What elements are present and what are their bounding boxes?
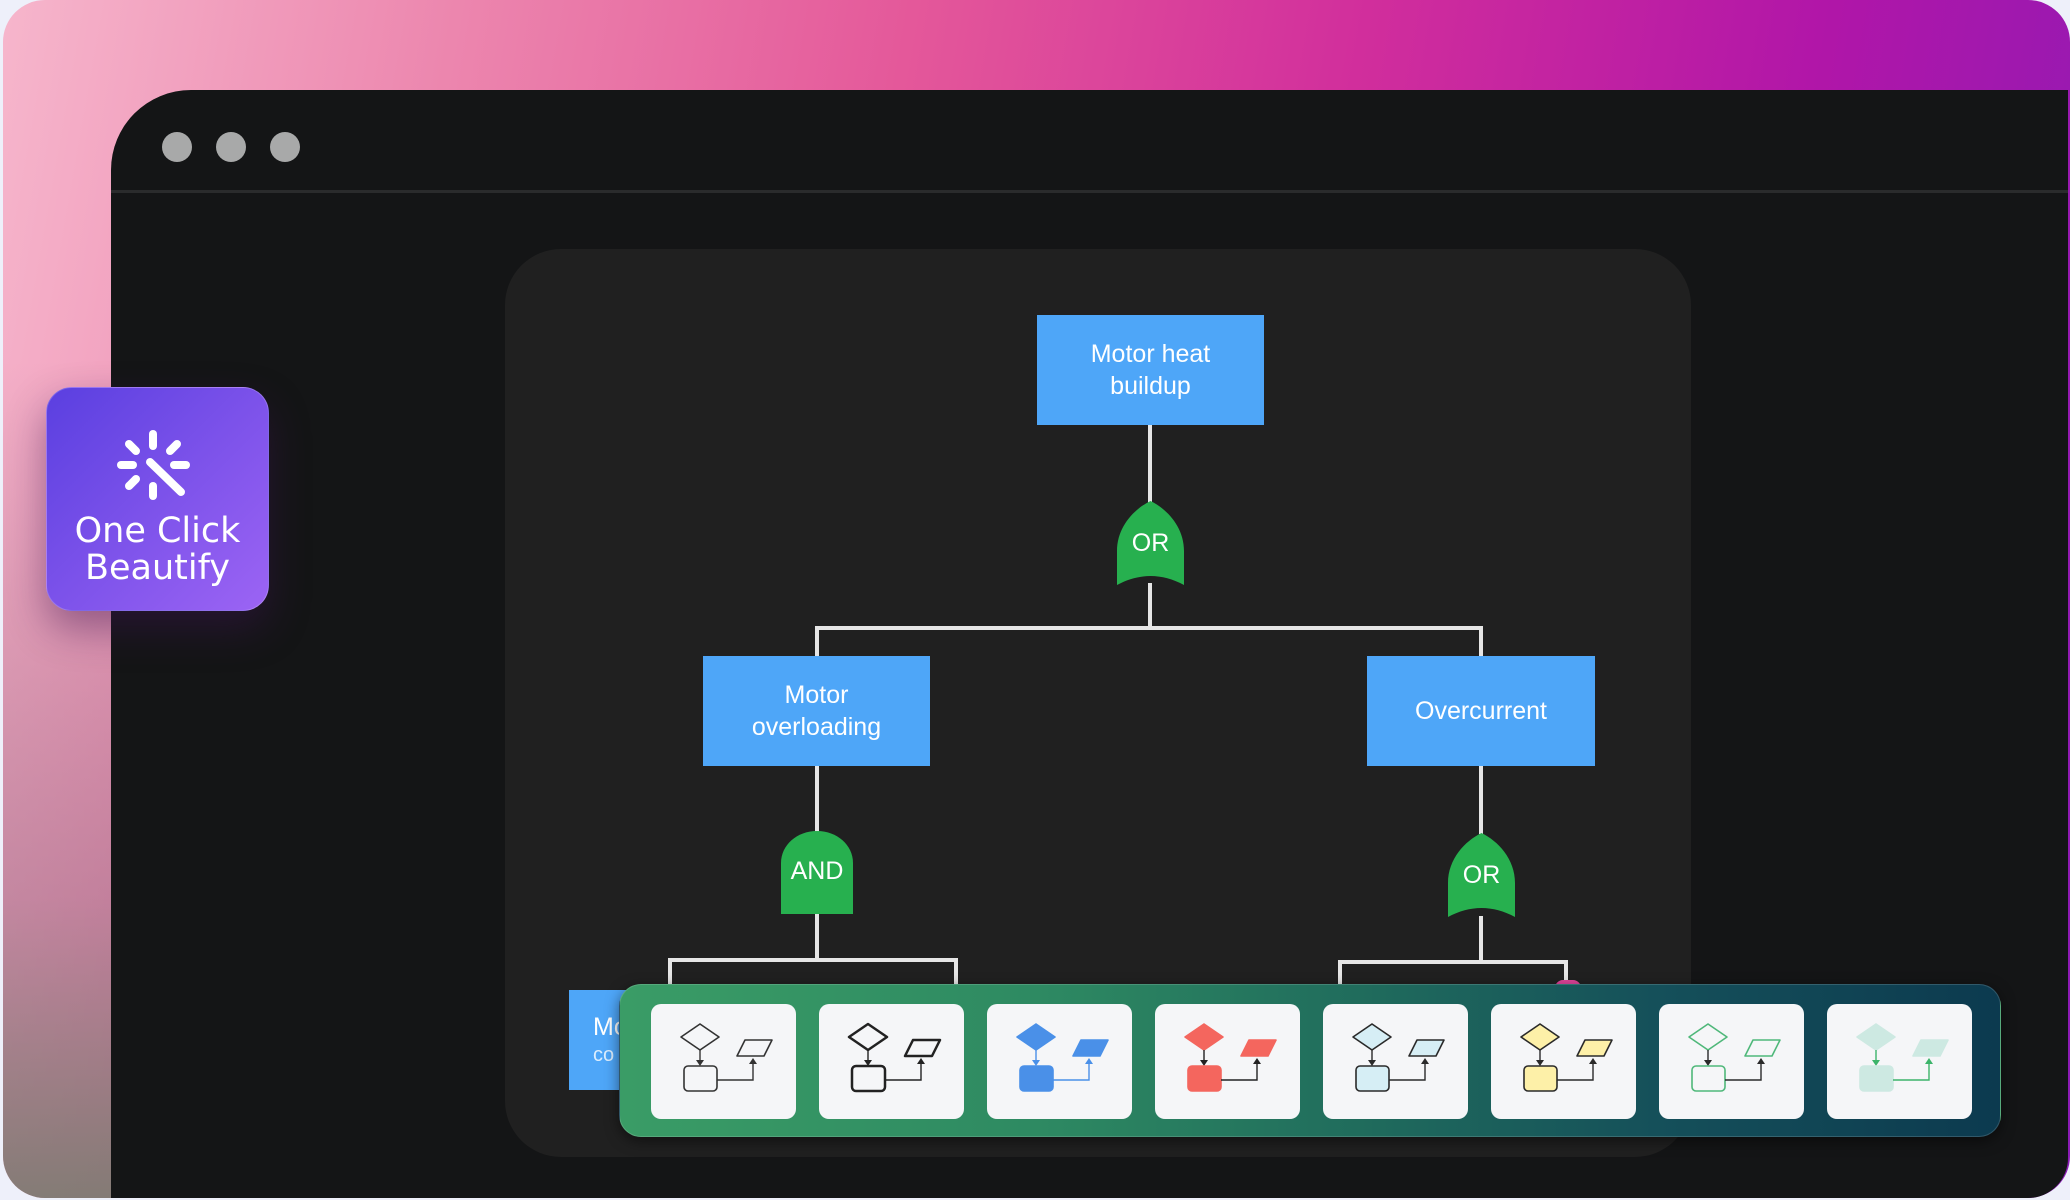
- diamond-shape: [1520, 1023, 1560, 1051]
- connector-horizontal-right: [1338, 960, 1568, 964]
- diamond-shape: [1016, 1023, 1056, 1051]
- connector-gate-down: [1148, 583, 1152, 629]
- diamond-shape: [1352, 1023, 1392, 1051]
- data-shape: [1576, 1039, 1613, 1057]
- window-dot-maximize[interactable]: [270, 132, 300, 162]
- style-card-blue-filled[interactable]: [987, 1004, 1132, 1119]
- gate-left-label: AND: [790, 857, 844, 885]
- style-theme-toolbar: [619, 984, 2001, 1137]
- node-root[interactable]: Motor heat buildup: [1037, 315, 1264, 425]
- process-shape: [1355, 1065, 1390, 1092]
- process-shape: [850, 1064, 887, 1093]
- data-shape: [1912, 1039, 1949, 1057]
- flowchart-preview-icon: [1688, 1023, 1781, 1092]
- style-card-thin-outline[interactable]: [651, 1004, 796, 1119]
- style-card-bold-outline[interactable]: [819, 1004, 964, 1119]
- connector-root-to-gate: [1148, 424, 1152, 504]
- node-root-label: Motor heat buildup: [1090, 340, 1211, 400]
- connector-to-right: [1479, 626, 1483, 657]
- style-card-light-blue[interactable]: [1323, 1004, 1468, 1119]
- data-shape: [1744, 1039, 1781, 1057]
- connector-right-gate-down: [1479, 916, 1483, 963]
- diamond-shape: [1856, 1023, 1896, 1051]
- gate-right-or[interactable]: OR: [1448, 833, 1515, 918]
- process-shape: [1859, 1065, 1894, 1092]
- node-motor-overloading[interactable]: Motor overloading: [703, 656, 930, 766]
- data-shape: [736, 1039, 773, 1057]
- diamond-shape: [1184, 1023, 1224, 1051]
- data-shape: [1408, 1039, 1445, 1057]
- gate-right-label: OR: [1462, 861, 1501, 889]
- beautify-label-line1: One Click: [74, 511, 241, 551]
- diamond-shape: [680, 1023, 720, 1051]
- node-overcurrent[interactable]: Overcurrent: [1367, 656, 1595, 766]
- flowchart-preview-icon: [847, 1022, 942, 1093]
- connector-left-gate-down: [815, 913, 819, 961]
- connector-right-to-gate: [1479, 766, 1483, 834]
- flowchart-preview-icon: [1856, 1023, 1949, 1092]
- style-card-red-filled[interactable]: [1155, 1004, 1300, 1119]
- style-card-mint-filled[interactable]: [1827, 1004, 1972, 1119]
- beautify-label: One Click Beautify: [47, 513, 268, 587]
- window-dot-minimize[interactable]: [216, 132, 246, 162]
- node-right-label: Overcurrent: [1415, 697, 1547, 725]
- one-click-beautify-button[interactable]: One Click Beautify: [46, 387, 269, 611]
- style-card-green-outline[interactable]: [1659, 1004, 1804, 1119]
- connector-horizontal-left: [668, 958, 958, 962]
- diamond-shape: [847, 1022, 889, 1052]
- window-dot-close[interactable]: [162, 132, 192, 162]
- data-shape: [903, 1038, 942, 1058]
- magic-wand-icon: [117, 430, 190, 500]
- gate-root-or[interactable]: OR: [1117, 501, 1184, 586]
- flowchart-preview-icon: [1016, 1023, 1109, 1092]
- process-shape: [683, 1065, 718, 1092]
- flowchart-preview-icon: [1352, 1023, 1445, 1092]
- data-shape: [1072, 1039, 1109, 1057]
- connector-left-to-gate: [815, 766, 819, 832]
- data-shape: [1240, 1039, 1277, 1057]
- node-left-label: Motor overloading: [751, 681, 882, 741]
- process-shape: [1187, 1065, 1222, 1092]
- process-shape: [1691, 1065, 1726, 1092]
- process-shape: [1019, 1065, 1054, 1092]
- flowchart-preview-icon: [1520, 1023, 1613, 1092]
- beautify-label-line2: Beautify: [84, 548, 231, 588]
- title-bar: [111, 90, 2068, 193]
- flowchart-preview-icon: [1184, 1023, 1277, 1092]
- process-shape: [1523, 1065, 1558, 1092]
- style-card-yellow[interactable]: [1491, 1004, 1636, 1119]
- connector-horizontal-top: [815, 626, 1483, 630]
- connector-to-left: [815, 626, 819, 657]
- diamond-shape: [1688, 1023, 1728, 1051]
- gate-left-and[interactable]: AND: [781, 831, 853, 914]
- gate-root-label: OR: [1131, 529, 1170, 557]
- flowchart-preview-icon: [680, 1023, 773, 1092]
